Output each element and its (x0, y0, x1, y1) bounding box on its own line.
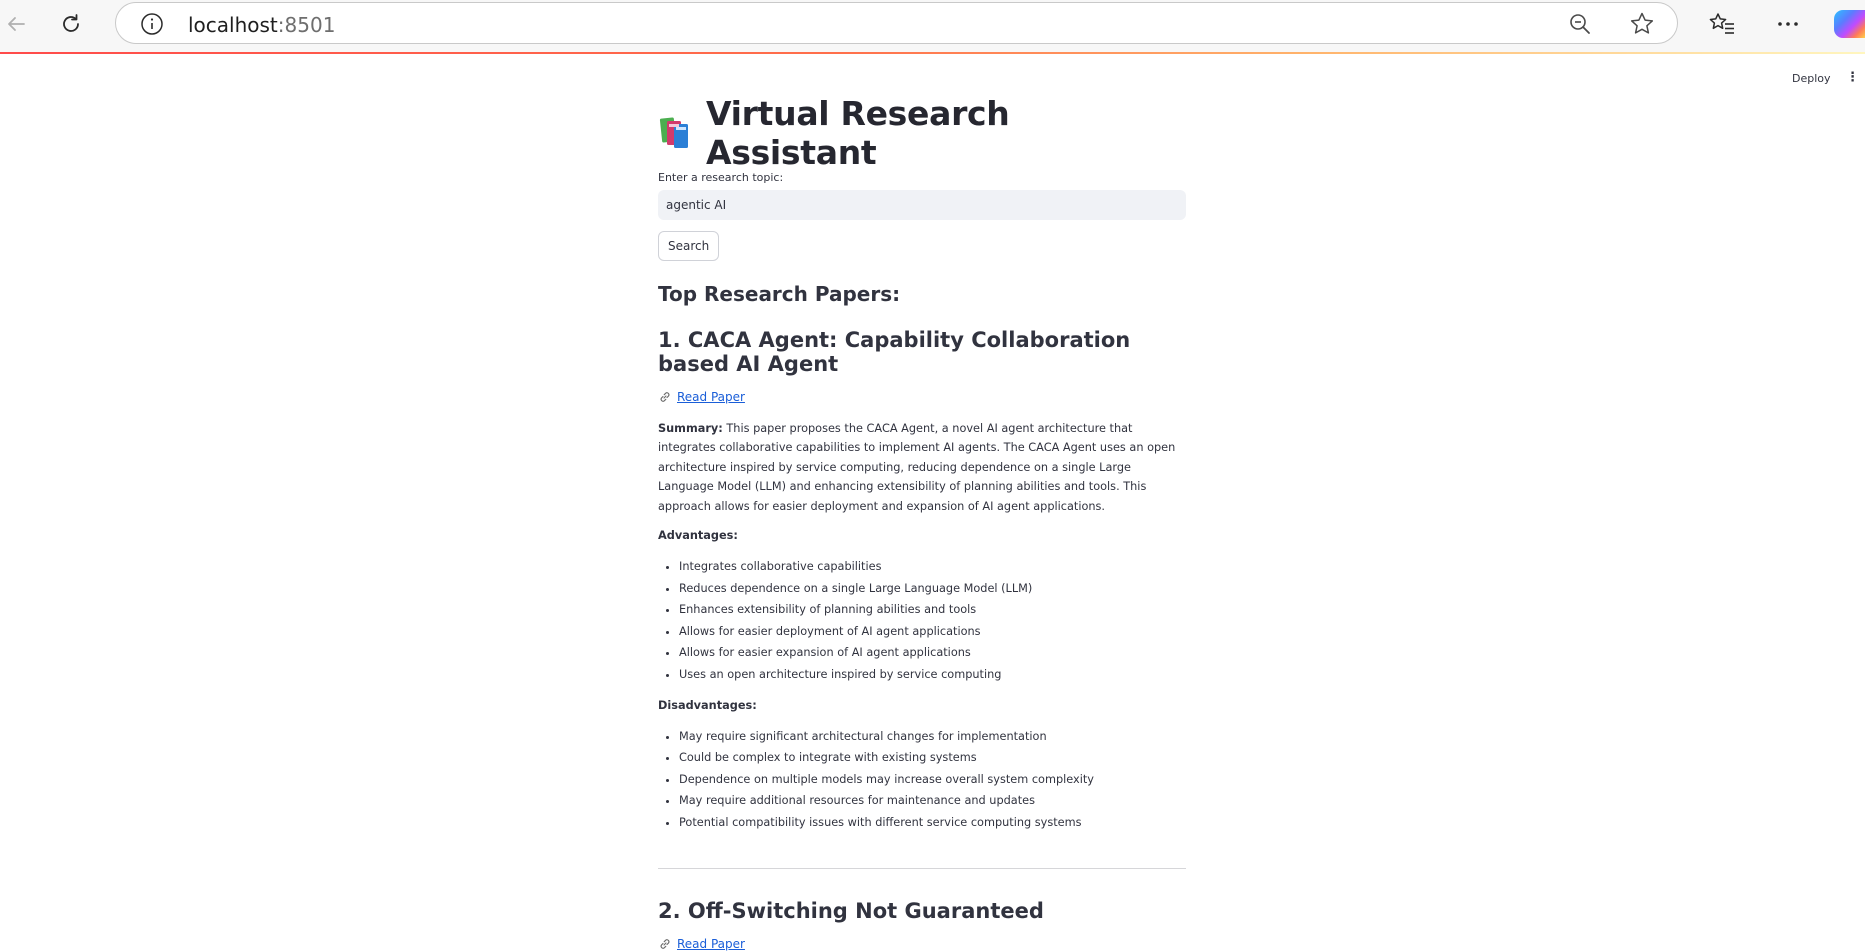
list-item: May require additional resources for mai… (679, 790, 1186, 812)
list-item: Dependence on multiple models may increa… (679, 769, 1186, 791)
topic-input-label: Enter a research topic: (658, 171, 784, 184)
main-menu-icon[interactable]: ⋮ (1846, 71, 1859, 84)
summary-text: This paper proposes the CACA Agent, a no… (658, 422, 1176, 513)
list-item: Uses an open architecture inspired by se… (679, 664, 1186, 686)
favorites-icon[interactable] (1706, 10, 1738, 38)
loading-progress-line (0, 52, 1865, 54)
info-icon[interactable] (140, 12, 164, 41)
paper-link-row: Read Paper (658, 390, 1186, 404)
deploy-button[interactable]: Deploy (1792, 72, 1831, 85)
books-icon (658, 115, 694, 151)
address-bar[interactable]: localhost:8501 (115, 2, 1678, 44)
summary-label: Summary: (658, 422, 723, 435)
main-content: Virtual Research Assistant Enter a resea… (658, 94, 1186, 951)
list-item: Potential compatibility issues with diff… (679, 812, 1186, 834)
disadvantages-list: May require significant architectural ch… (658, 726, 1186, 834)
list-item: Allows for easier expansion of AI agent … (679, 642, 1186, 664)
reload-icon[interactable] (55, 10, 87, 38)
star-icon[interactable] (1629, 11, 1655, 42)
list-item: Integrates collaborative capabilities (679, 556, 1186, 578)
list-item: Enhances extensibility of planning abili… (679, 599, 1186, 621)
zoom-out-icon[interactable] (1568, 12, 1592, 41)
back-arrow-icon[interactable] (0, 10, 32, 38)
browser-toolbar: localhost:8501 (0, 0, 1865, 52)
address-port: :8501 (277, 13, 336, 37)
paper-title: 2. Off-Switching Not Guaranteed (658, 898, 1044, 923)
page-title: Virtual Research Assistant (706, 94, 1010, 172)
page-title-row: Virtual Research Assistant (658, 94, 1186, 172)
list-item: May require significant architectural ch… (679, 726, 1186, 748)
read-paper-link[interactable]: Read Paper (677, 390, 745, 404)
paper-title: 1. CACA Agent: Capability Collaboration … (658, 328, 1131, 376)
advantages-label: Advantages: (658, 529, 738, 543)
copilot-icon[interactable] (1834, 10, 1865, 38)
advantages-list: Integrates collaborative capabilities Re… (658, 556, 1186, 686)
list-item: Allows for easier deployment of AI agent… (679, 621, 1186, 643)
divider (658, 867, 1186, 869)
address-url: localhost:8501 (188, 13, 335, 37)
disadvantages-label: Disadvantages: (658, 698, 757, 712)
search-button[interactable]: Search (658, 231, 720, 261)
list-item: Reduces dependence on a single Large Lan… (679, 578, 1186, 600)
results-heading: Top Research Papers: (658, 282, 901, 306)
more-icon[interactable] (1772, 10, 1804, 38)
paper-summary: Summary: This paper proposes the CACA Ag… (658, 419, 1186, 516)
list-item: Could be complex to integrate with exist… (679, 747, 1186, 769)
research-topic-input[interactable] (658, 190, 1186, 220)
link-icon (660, 392, 670, 402)
address-host: localhost (188, 13, 278, 37)
